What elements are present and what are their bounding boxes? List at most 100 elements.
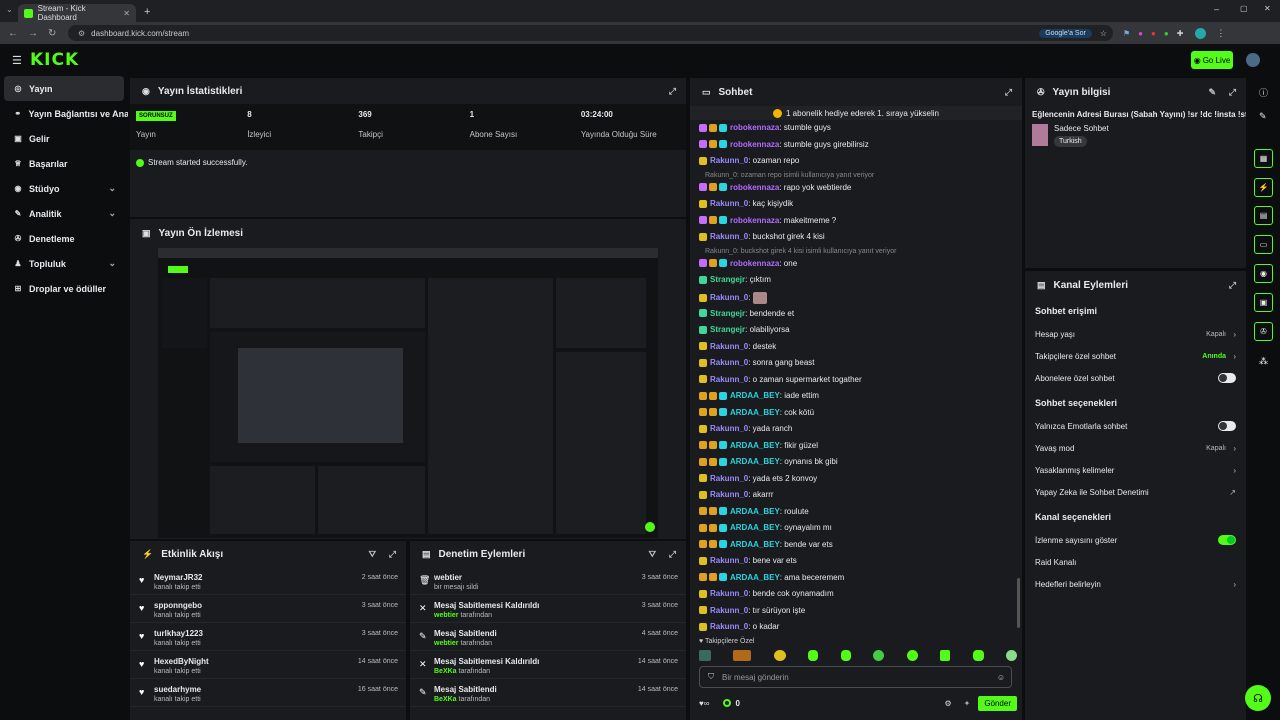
chat-username[interactable]: Rakunn_0: [710, 424, 748, 433]
chat-username[interactable]: Rakunn_0: [710, 556, 748, 565]
browser-tab[interactable]: Stream - Kick Dashboard ✕: [18, 4, 136, 22]
chat-username[interactable]: ARDAA_BEY: [730, 573, 780, 582]
goals-row[interactable]: Hedefleri belirleyin ›: [1025, 573, 1246, 595]
chat-username[interactable]: Strangejr: [710, 309, 745, 318]
chat-message[interactable]: Strangejr: çıktım: [699, 275, 771, 284]
chat-username[interactable]: ARDAA_BEY: [730, 540, 780, 549]
chat-message[interactable]: Rakunn_0: sonra gang beast: [699, 358, 815, 367]
chat-username[interactable]: Rakunn_0: [710, 589, 748, 598]
rail-stats-icon[interactable]: ▦: [1254, 149, 1273, 168]
info-icon[interactable]: ⓘ: [1259, 86, 1268, 99]
chat-message[interactable]: Rakunn_0: yada ets 2 konvoy: [699, 474, 817, 483]
chat-username[interactable]: robokennaza: [730, 123, 779, 132]
expand-icon[interactable]: ⤢: [1005, 87, 1012, 98]
chat-username[interactable]: Rakunn_0: [710, 232, 748, 241]
emote-icon[interactable]: [940, 650, 951, 661]
rail-blocks-icon[interactable]: ⁂: [1259, 356, 1268, 367]
extension-icon-3[interactable]: ●: [1151, 29, 1156, 38]
chat-message[interactable]: Rakunn_0: destek: [699, 342, 776, 351]
chat-message[interactable]: robokennaza: one: [699, 259, 797, 268]
expand-icon[interactable]: ⤢: [669, 86, 676, 97]
chat-username[interactable]: Rakunn_0: [710, 199, 748, 208]
chat-input[interactable]: ⛉ Bir mesaj gönderin ☺: [699, 666, 1012, 688]
sidebar-item-baglanti[interactable]: ⚭ Yayın Bağlantısı ve Anahtarı: [0, 101, 128, 126]
chat-username[interactable]: ARDAA_BEY: [730, 457, 780, 466]
chat-message[interactable]: Rakunn_0: o kadar: [699, 622, 779, 631]
chat-message[interactable]: Rakunn_0: bende cok oynamadım: [699, 589, 834, 598]
reload-icon[interactable]: ↻: [48, 28, 56, 39]
stream-preview-video[interactable]: [158, 248, 658, 538]
chat-username[interactable]: ARDAA_BEY: [730, 441, 780, 450]
sidebar-item-topluluk[interactable]: ♟ Topluluk ⌄: [0, 251, 128, 276]
chat-message[interactable]: ARDAA_BEY: iade ettim: [699, 391, 819, 400]
emoji-icon[interactable]: ☺: [997, 673, 1005, 682]
new-tab-icon[interactable]: +: [144, 6, 150, 18]
chat-message[interactable]: Strangejr: bendende et: [699, 309, 794, 318]
emote-icon[interactable]: [773, 650, 786, 661]
sidebar-item-studyo[interactable]: ◉ Stüdyo ⌄: [0, 176, 128, 201]
rail-lightning-icon[interactable]: ⚡: [1254, 178, 1273, 197]
emote-icon[interactable]: [972, 650, 984, 661]
support-chat-button[interactable]: ☊: [1245, 685, 1271, 711]
banned-words-row[interactable]: Yasaklanmış kelimeler ›: [1025, 459, 1246, 481]
chat-message[interactable]: Rakunn_0: kaç kişiydik: [699, 199, 793, 208]
expand-icon[interactable]: ⤢: [669, 549, 676, 560]
expand-icon[interactable]: ⤢: [389, 549, 396, 560]
back-icon[interactable]: ←: [8, 28, 18, 39]
sidebar-item-analitik[interactable]: ✎ Analitik ⌄: [0, 201, 128, 226]
chat-username[interactable]: robokennaza: [730, 259, 779, 268]
settings-gear-icon[interactable]: ⚙: [944, 699, 951, 708]
sidebar-item-droplar[interactable]: ⊞ Droplar ve ödüller: [0, 276, 128, 301]
account-age-row[interactable]: Hesap yaşı Kapalı ›: [1025, 323, 1246, 345]
emote-icon[interactable]: [840, 650, 851, 661]
filter-icon[interactable]: ⛛: [648, 549, 656, 560]
chat-username[interactable]: ARDAA_BEY: [730, 408, 780, 417]
minimize-icon[interactable]: –: [1214, 4, 1219, 14]
chat-username[interactable]: Rakunn_0: [710, 622, 748, 631]
chat-message[interactable]: robokennaza: stumble guys girebilirsiz: [699, 140, 869, 149]
extension-icon-1[interactable]: ⚑: [1123, 29, 1130, 38]
chat-username[interactable]: robokennaza: [730, 216, 779, 225]
rail-wrench-icon[interactable]: ✇: [1254, 322, 1273, 341]
sidebar-item-yayin[interactable]: ◎ Yayın: [4, 76, 124, 101]
filter-icon[interactable]: ⛛: [368, 549, 376, 560]
infinity-icon[interactable]: ♥∞: [699, 699, 709, 708]
chat-message[interactable]: Rakunn_0: ozaman repo: [699, 156, 799, 165]
chat-username[interactable]: Rakunn_0: [710, 375, 748, 384]
rail-document-icon[interactable]: ▤: [1254, 206, 1273, 225]
profile-avatar-icon[interactable]: [1195, 27, 1207, 39]
close-window-icon[interactable]: ✕: [1264, 4, 1271, 13]
expand-icon[interactable]: ⤢: [1229, 87, 1236, 98]
chat-username[interactable]: robokennaza: [730, 140, 779, 149]
sidebar-item-gelir[interactable]: ▣ Gelir: [0, 126, 128, 151]
chat-message[interactable]: robokennaza: stumble guys: [699, 123, 831, 132]
chat-username[interactable]: ARDAA_BEY: [730, 507, 780, 516]
extension-icon-4[interactable]: ●: [1164, 29, 1169, 38]
gift-banner[interactable]: 1 abonelik hediye ederek 1. sıraya yükse…: [690, 106, 1022, 120]
emote-only-toggle[interactable]: [1218, 421, 1236, 431]
raid-row[interactable]: Raid Kanalı: [1025, 551, 1246, 573]
emote-icon[interactable]: [1005, 650, 1017, 661]
chat-message[interactable]: ARDAA_BEY: roulute: [699, 507, 809, 516]
chat-username[interactable]: Rakunn_0: [710, 293, 748, 302]
rail-channel-icon[interactable]: ▣: [1254, 293, 1273, 312]
chat-username[interactable]: ARDAA_BEY: [730, 523, 780, 532]
hamburger-menu-icon[interactable]: ☰: [12, 54, 22, 67]
browser-menu-icon[interactable]: ⋮: [1216, 28, 1225, 39]
go-live-button[interactable]: ◉ Go Live: [1191, 51, 1233, 69]
address-bar[interactable]: ⚙ dashboard.kick.com/stream Google'a Sor…: [68, 25, 1113, 41]
site-info-icon[interactable]: ⚙: [78, 29, 85, 38]
emote-icon[interactable]: [808, 650, 819, 661]
chat-username[interactable]: robokennaza: [730, 183, 779, 192]
chat-message[interactable]: ARDAA_BEY: cok kötü: [699, 408, 814, 417]
slow-mode-row[interactable]: Yavaş mod Kapalı ›: [1025, 437, 1246, 459]
forward-icon[interactable]: →: [28, 28, 38, 39]
chat-username[interactable]: ARDAA_BEY: [730, 391, 780, 400]
emote-icon[interactable]: [906, 650, 918, 661]
emote-icon[interactable]: [873, 650, 885, 661]
edit-pencil-icon[interactable]: ✎: [1259, 111, 1267, 122]
chat-username[interactable]: Rakunn_0: [710, 474, 748, 483]
chat-message[interactable]: ARDAA_BEY: oynanıs bk gibi: [699, 457, 838, 466]
show-viewers-toggle[interactable]: [1218, 535, 1236, 545]
maximize-icon[interactable]: ▢: [1240, 4, 1248, 13]
